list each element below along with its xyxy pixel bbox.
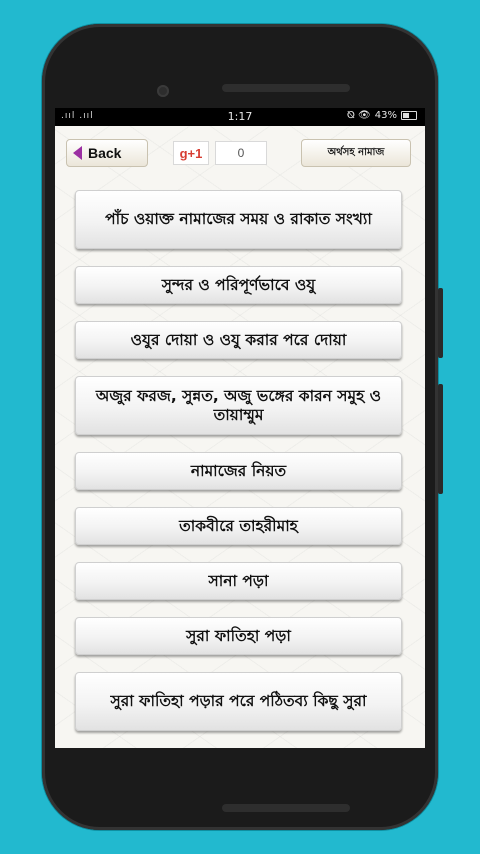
back-button[interactable]: Back [66, 139, 148, 167]
menu-item-niyat[interactable]: নামাজের নিয়ত [75, 452, 402, 490]
google-plus-count: 0 [215, 141, 267, 165]
back-label: Back [88, 145, 122, 161]
menu-item-takbir[interactable]: তাকবীরে তাহরীমাহ [75, 507, 402, 545]
app-content: Back g+1 0 অর্থসহ নামাজ পাঁচ ওয়াক্ত নাম… [55, 126, 425, 748]
status-bar: .ııl .ııl 1:17 ⦰ 👁 43% [55, 108, 425, 126]
power-button [438, 288, 443, 358]
app-toolbar: Back g+1 0 অর্থসহ নামাজ [55, 126, 425, 168]
menu-item-wudu-dua[interactable]: ওযুর দোয়া ও ওযু করার পরে দোয়া [75, 321, 402, 359]
battery-percent: 43% [374, 110, 397, 121]
status-icons: ⦰ 👁 43% [347, 110, 417, 121]
menu-item-fatiha[interactable]: সুরা ফাতিহা পড়া [75, 617, 402, 655]
battery-icon [401, 111, 417, 120]
meaning-namaz-button[interactable]: অর্থসহ নামাজ [301, 139, 411, 167]
volume-button [438, 384, 443, 494]
front-camera [157, 85, 169, 97]
google-plus-button[interactable]: g+1 [173, 141, 209, 165]
menu-list: পাঁচ ওয়াক্ত নামাজের সময় ও রাকাত সংখ্যা… [75, 190, 402, 748]
bottom-speaker [222, 804, 350, 812]
eye-icon: ⦰ 👁 [346, 110, 371, 121]
menu-item-sana[interactable]: সানা পড়া [75, 562, 402, 600]
menu-item-prayer-times[interactable]: পাঁচ ওয়াক্ত নামাজের সময় ও রাকাত সংখ্যা [75, 190, 402, 249]
menu-item-surahs-after-fatiha[interactable]: সুরা ফাতিহা পড়ার পরে পঠিতব্য কিছু সুরা [75, 672, 402, 731]
menu-item-complete-wudu[interactable]: সুন্দর ও পরিপূর্ণভাবে ওযু [75, 266, 402, 304]
screen: .ııl .ııl 1:17 ⦰ 👁 43% Back g+1 0 অর্থসহ… [55, 108, 425, 748]
menu-item-wudu-rules-tayammum[interactable]: অজুর ফরজ, সুন্নত, অজু ভঙ্গের কারন সমুহ ও… [75, 376, 402, 435]
earpiece-speaker [222, 84, 350, 92]
back-arrow-icon [73, 146, 82, 160]
